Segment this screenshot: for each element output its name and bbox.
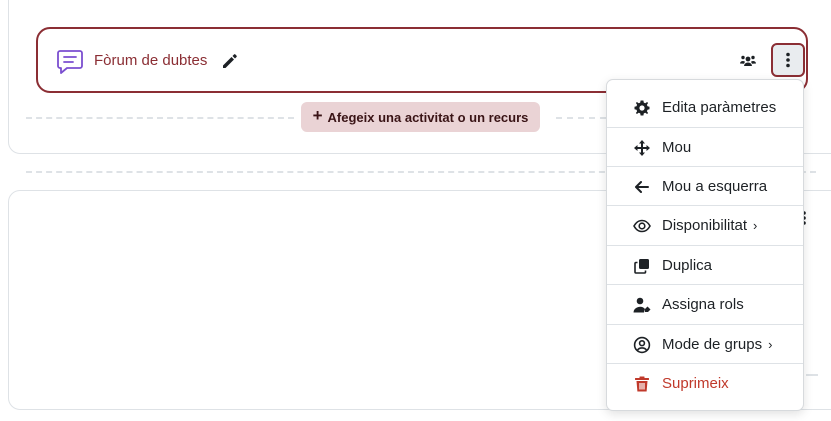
move-arrows-icon [634, 139, 650, 156]
activity-actions-button[interactable] [771, 43, 805, 77]
menu-item-label: Mou a esquerra [662, 178, 768, 195]
kebab-icon [786, 52, 790, 68]
menu-item-move[interactable]: Mou [607, 128, 803, 167]
user-circle-icon [633, 336, 651, 353]
menu-item-edit-settings[interactable]: Edita paràmetres [607, 88, 803, 127]
add-divider-left [26, 117, 294, 119]
add-divider-right [556, 117, 606, 119]
add-activity-label: Afegeix una activitat o un recurs [327, 109, 529, 125]
menu-item-group-mode[interactable]: Mode de grups › [607, 325, 803, 364]
menu-item-duplicate[interactable]: Duplica [607, 246, 803, 285]
forum-icon [57, 50, 83, 74]
activity-actions-menu: Edita paràmetres Mou Mou a esquerra Disp… [606, 79, 804, 411]
menu-item-assign-roles[interactable]: Assigna rols [607, 285, 803, 324]
activity-title[interactable]: Fòrum de dubtes [94, 52, 207, 69]
menu-item-label: Duplica [662, 257, 713, 274]
menu-item-availability[interactable]: Disponibilitat › [607, 206, 803, 245]
menu-item-label: Mode de grups › [662, 336, 773, 353]
course-page: Fòrum de dubtes + Afegeix una activitat … [0, 0, 831, 421]
groups-icon [740, 55, 756, 66]
pencil-icon[interactable] [220, 51, 240, 71]
menu-item-label: Suprimeix [662, 375, 729, 392]
plus-icon: + [312, 106, 323, 125]
section-divider [806, 374, 818, 376]
menu-item-label: Edita paràmetres [662, 99, 777, 116]
menu-item-label: Mou [662, 139, 692, 156]
chevron-right-icon: › [753, 218, 758, 233]
trash-icon [635, 376, 649, 391]
gear-icon [634, 100, 650, 115]
chevron-right-icon: › [768, 337, 773, 352]
copy-icon [634, 258, 649, 274]
user-role-icon [633, 297, 651, 312]
menu-item-delete[interactable]: Suprimeix [607, 364, 803, 403]
menu-item-move-left[interactable]: Mou a esquerra [607, 167, 803, 206]
arrow-left-icon [635, 180, 649, 193]
menu-item-label: Disponibilitat › [662, 217, 758, 234]
eye-icon [633, 219, 651, 232]
add-activity-button[interactable]: + Afegeix una activitat o un recurs [301, 102, 540, 132]
menu-item-label: Assigna rols [662, 296, 744, 313]
